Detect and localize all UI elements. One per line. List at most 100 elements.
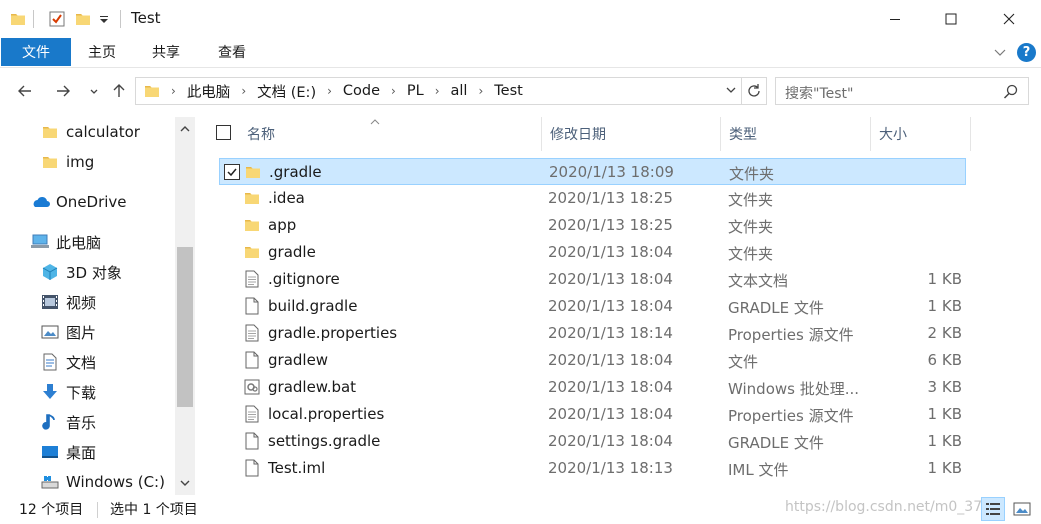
file-row[interactable]: .gitignore 2020/1/13 18:04 文本文档 1 KB bbox=[219, 266, 966, 293]
breadcrumb-code[interactable]: Code bbox=[343, 83, 380, 99]
desktop-icon bbox=[40, 442, 60, 462]
watermark: https://blog.csdn.net/m0_37 bbox=[785, 499, 983, 515]
file-date: 2020/1/13 18:09 bbox=[549, 163, 674, 181]
file-row[interactable]: local.properties 2020/1/13 18:04 Propertie… bbox=[219, 401, 966, 428]
tab-home[interactable]: 主页 bbox=[88, 38, 116, 66]
file-name[interactable]: gradle.properties bbox=[268, 324, 397, 342]
file-type: GRADLE 文件 bbox=[728, 434, 824, 452]
file-row[interactable]: .gradle 2020/1/13 18:09 文件夹 bbox=[219, 158, 966, 185]
file-name[interactable]: local.properties bbox=[268, 405, 384, 423]
file-name[interactable]: .gitignore bbox=[268, 270, 340, 288]
nav-item-label: OneDrive bbox=[56, 193, 127, 211]
file-name[interactable]: Test.iml bbox=[268, 459, 325, 477]
up-button[interactable] bbox=[108, 80, 130, 102]
nav-item-label: 3D 对象 bbox=[66, 263, 122, 282]
breadcrumb-chevron-icon[interactable]: › bbox=[327, 84, 332, 98]
scrollbar-thumb[interactable] bbox=[177, 247, 193, 407]
file-name[interactable]: gradle bbox=[268, 243, 316, 261]
file-type: Properties 源文件 bbox=[728, 407, 854, 425]
maximize-button[interactable] bbox=[928, 0, 974, 38]
file-name[interactable]: .idea bbox=[268, 189, 305, 207]
nav-item-downloads[interactable]: 下载 bbox=[40, 378, 96, 406]
file-row[interactable]: Test.iml 2020/1/13 18:13 IML 文件 1 KB bbox=[219, 455, 966, 482]
breadcrumb-chevron-icon[interactable]: › bbox=[435, 84, 440, 98]
file-name[interactable]: settings.gradle bbox=[268, 432, 380, 450]
file-row[interactable]: gradle 2020/1/13 18:04 文件夹 bbox=[219, 239, 966, 266]
file-name[interactable]: gradlew bbox=[268, 351, 328, 369]
folder-icon bbox=[243, 243, 261, 261]
new-folder-icon[interactable] bbox=[75, 8, 91, 30]
nav-item-documents[interactable]: 文档 bbox=[40, 348, 96, 376]
navigation-scrollbar[interactable] bbox=[175, 117, 195, 495]
breadcrumb-chevron-icon[interactable]: › bbox=[171, 84, 176, 98]
breadcrumb-chevron-icon[interactable]: › bbox=[478, 84, 483, 98]
nav-item-label: 图片 bbox=[66, 323, 97, 342]
scroll-down-icon[interactable] bbox=[175, 473, 195, 493]
search-box[interactable]: 搜索"Test" bbox=[775, 77, 1029, 105]
scroll-up-icon[interactable] bbox=[175, 119, 195, 139]
breadcrumb-test[interactable]: Test bbox=[494, 83, 523, 99]
nav-item-desktop[interactable]: 桌面 bbox=[40, 438, 96, 466]
status-bar: 12 个项目 选中 1 个项目 https://blog.csdn.net/m0… bbox=[0, 495, 1041, 524]
breadcrumb-all[interactable]: all bbox=[451, 83, 468, 99]
large-icons-view-button[interactable] bbox=[1010, 497, 1034, 521]
tab-file[interactable]: 文件 bbox=[1, 38, 71, 66]
tab-share[interactable]: 共享 bbox=[152, 38, 180, 66]
file-size: 2 KB bbox=[927, 324, 962, 342]
search-icon[interactable] bbox=[1003, 84, 1018, 103]
row-checkbox[interactable] bbox=[224, 164, 240, 180]
file-date: 2020/1/13 18:13 bbox=[548, 459, 673, 477]
file-row[interactable]: gradlew.bat 2020/1/13 18:04 Windows 批处理...… bbox=[219, 374, 966, 401]
column-header-date[interactable]: 修改日期 bbox=[542, 117, 721, 151]
column-header-type[interactable]: 类型 bbox=[721, 117, 871, 151]
expand-ribbon-icon[interactable] bbox=[992, 44, 1010, 62]
close-button[interactable] bbox=[986, 0, 1032, 38]
file-name[interactable]: app bbox=[268, 216, 296, 234]
file-row[interactable]: gradle.properties 2020/1/13 18:14 Properti… bbox=[219, 320, 966, 347]
properties-icon[interactable] bbox=[48, 8, 66, 30]
file-row[interactable]: build.gradle 2020/1/13 18:04 GRADLE 文件 1 KB bbox=[219, 293, 966, 320]
file-size: 1 KB bbox=[927, 270, 962, 288]
breadcrumb-this-pc[interactable]: 此电脑 bbox=[187, 81, 231, 102]
forward-button[interactable] bbox=[52, 80, 74, 102]
breadcrumb-documents-drive[interactable]: 文档 (E:) bbox=[257, 81, 316, 102]
file-row[interactable]: settings.gradle 2020/1/13 18:04 GRADLE 文件 1… bbox=[219, 428, 966, 455]
column-header-size[interactable]: 大小 bbox=[871, 117, 971, 151]
file-name[interactable]: build.gradle bbox=[268, 297, 357, 315]
nav-item-img[interactable]: img bbox=[40, 148, 94, 176]
file-row[interactable]: gradlew 2020/1/13 18:04 文件 6 KB bbox=[219, 347, 966, 374]
back-button[interactable] bbox=[14, 80, 36, 102]
nav-item-music[interactable]: 音乐 bbox=[40, 408, 96, 436]
downloads-icon bbox=[40, 382, 60, 402]
file-date: 2020/1/13 18:25 bbox=[548, 216, 673, 234]
breadcrumb-chevron-icon[interactable]: › bbox=[241, 84, 246, 98]
minimize-button[interactable] bbox=[872, 0, 918, 38]
nav-item-label: Windows (C:) bbox=[66, 473, 165, 491]
nav-item-videos[interactable]: 视频 bbox=[40, 288, 96, 316]
file-name[interactable]: .gradle bbox=[269, 163, 322, 181]
customize-toolbar-icon[interactable] bbox=[99, 8, 109, 30]
breadcrumb-pl[interactable]: PL bbox=[407, 83, 424, 99]
tab-view[interactable]: 查看 bbox=[218, 38, 246, 66]
nav-item-label: 下载 bbox=[66, 383, 97, 402]
nav-item-calculator[interactable]: calculator bbox=[40, 118, 140, 146]
nav-item-this-pc[interactable]: 此电脑 bbox=[30, 228, 101, 256]
nav-item-onedrive[interactable]: OneDrive bbox=[30, 188, 127, 216]
address-dropdown-icon[interactable] bbox=[725, 84, 737, 100]
details-view-button[interactable] bbox=[981, 497, 1005, 521]
breadcrumb-chevron-icon[interactable]: › bbox=[391, 84, 396, 98]
file-row[interactable]: .idea 2020/1/13 18:25 文件夹 bbox=[219, 185, 966, 212]
nav-item-windows-c[interactable]: Windows (C:) bbox=[40, 468, 165, 495]
search-input[interactable]: 搜索"Test" bbox=[785, 83, 853, 103]
help-icon[interactable]: ? bbox=[1017, 43, 1036, 62]
nav-item-3d-objects[interactable]: 3D 对象 bbox=[40, 258, 122, 286]
column-header-name[interactable]: 名称 bbox=[239, 117, 542, 151]
file-date: 2020/1/13 18:04 bbox=[548, 432, 673, 450]
refresh-button[interactable] bbox=[741, 77, 767, 105]
address-bar[interactable]: › 此电脑 › 文档 (E:) › Code › PL › all › Test bbox=[135, 77, 742, 105]
recent-locations-button[interactable] bbox=[83, 80, 105, 102]
nav-item-pictures[interactable]: 图片 bbox=[40, 318, 96, 346]
refresh-icon bbox=[747, 84, 760, 97]
file-name[interactable]: gradlew.bat bbox=[268, 378, 356, 396]
file-row[interactable]: app 2020/1/13 18:25 文件夹 bbox=[219, 212, 966, 239]
